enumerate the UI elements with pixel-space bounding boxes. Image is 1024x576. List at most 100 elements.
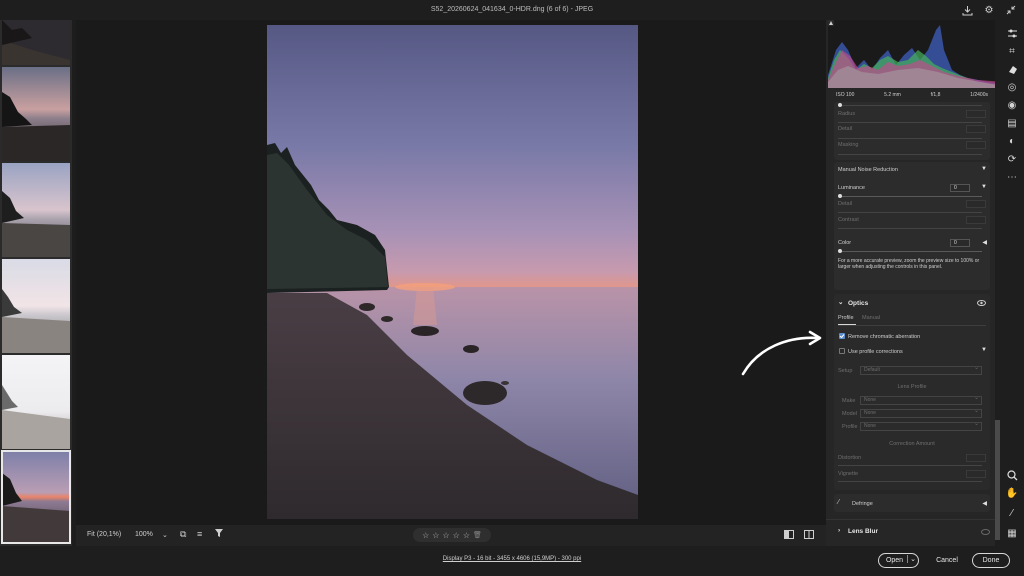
cancel-button[interactable]: Cancel	[930, 553, 964, 568]
masking-slider[interactable]	[838, 154, 982, 155]
eye-icon[interactable]	[977, 300, 986, 308]
snapshots-icon[interactable]: ◐	[1004, 134, 1020, 148]
crop-icon[interactable]: ⌗	[1004, 44, 1020, 58]
star-icon[interactable]: ☆	[442, 531, 449, 540]
hand-icon[interactable]: ✋	[1004, 486, 1020, 500]
zoom-100[interactable]: 100%	[135, 531, 153, 538]
vignette-slider[interactable]	[838, 481, 982, 482]
filter-icon[interactable]	[214, 528, 224, 540]
color-value[interactable]: 0	[950, 239, 970, 247]
tab-manual[interactable]: Manual	[862, 315, 880, 321]
noise-contrast-value[interactable]	[966, 216, 986, 224]
color-slider[interactable]	[838, 249, 982, 253]
use-profile-checkbox[interactable]	[839, 348, 845, 354]
lens-profile-label: Lens Profile	[897, 384, 927, 390]
noise-contrast-label: Contrast	[838, 217, 859, 223]
exif-info: ISO 100 5.2 mm f/1,8 1/2400s	[826, 88, 998, 102]
radius-slider[interactable]	[838, 122, 982, 123]
radius-value[interactable]	[966, 110, 986, 118]
redeye-icon[interactable]: ◎	[1004, 80, 1020, 94]
eyedropper-icon[interactable]: ⁄	[838, 499, 839, 506]
presets-icon[interactable]: ▤	[1004, 116, 1020, 130]
window-title: S52_20260624_041634_0-HDR.dng (6 of 6) -…	[430, 6, 594, 13]
histogram	[828, 20, 998, 88]
footer-bar: Display P3 - 16 bit - 3455 x 4606 (15,9M…	[0, 546, 1024, 576]
more-options-icon[interactable]: ⋯	[1004, 170, 1020, 184]
open-button[interactable]: Open ⌄	[878, 553, 919, 568]
noise-detail-slider[interactable]	[838, 212, 982, 213]
optics-section: ⌄ Optics Profile Manual Remove chromatic…	[834, 294, 990, 490]
noise-reduction-title[interactable]: Manual Noise Reduction	[838, 167, 898, 173]
model-select[interactable]: None	[860, 408, 982, 418]
color-sampler-icon[interactable]: ⁄	[1004, 506, 1020, 520]
make-select[interactable]: None	[860, 395, 982, 405]
shutter-value: 1/2400s	[970, 92, 988, 98]
zoom-fit[interactable]: Fit (20,1%)	[87, 531, 121, 538]
zoom-dropdown-icon[interactable]: ⌄	[162, 531, 168, 539]
distortion-value[interactable]	[966, 454, 986, 462]
filmstrip-thumb[interactable]	[2, 163, 70, 257]
eraser-icon[interactable]	[1004, 62, 1020, 76]
zoom-icon[interactable]	[1004, 468, 1020, 482]
before-after-icon[interactable]	[784, 530, 794, 541]
edit-sliders-icon[interactable]	[1004, 26, 1020, 40]
noise-detail-value[interactable]	[966, 200, 986, 208]
masking-icon[interactable]: ◉	[1004, 98, 1020, 112]
collapse-icon[interactable]	[1004, 3, 1018, 17]
setup-label: Setup	[838, 368, 853, 374]
triangle-left-icon[interactable]: ◀	[982, 239, 987, 246]
optics-title[interactable]: Optics	[848, 300, 868, 307]
grid-overlay-icon[interactable]: ▦	[1004, 526, 1020, 540]
filmstrip-thumb[interactable]	[2, 355, 70, 449]
triangle-left-icon[interactable]: ◀	[982, 500, 987, 507]
chevron-down-icon[interactable]: ⌄	[838, 298, 843, 306]
chevron-right-icon[interactable]: ›	[838, 527, 840, 534]
triangle-down-icon[interactable]: ▼	[981, 347, 987, 353]
star-rating[interactable]: ☆ ☆ ☆ ☆ ☆ 🗑	[413, 528, 491, 542]
distortion-label: Distortion	[838, 455, 862, 461]
use-profile-label[interactable]: Use profile corrections	[848, 349, 903, 355]
triangle-down-icon[interactable]: ▼	[981, 184, 987, 190]
image-canvas[interactable]	[76, 20, 826, 525]
profile-select[interactable]: None	[860, 421, 982, 431]
detail-slider[interactable]	[838, 138, 982, 139]
defringe-label[interactable]: Defringe	[852, 501, 873, 507]
filmstrip-thumb-selected[interactable]	[1, 450, 71, 544]
sharpening-amount-slider[interactable]	[838, 103, 982, 107]
done-button[interactable]: Done	[972, 553, 1010, 568]
vignette-value[interactable]	[966, 470, 986, 478]
chevron-down-icon[interactable]: ⌄	[907, 555, 916, 563]
luminance-slider[interactable]	[838, 194, 982, 198]
luminance-value[interactable]: 0	[950, 184, 970, 192]
split-view-icon[interactable]	[804, 530, 814, 541]
setup-select[interactable]: Default	[860, 365, 982, 375]
remove-ca-checkbox[interactable]	[839, 333, 845, 339]
star-icon[interactable]: ☆	[422, 531, 429, 540]
detail-value[interactable]	[966, 125, 986, 133]
compare-icon[interactable]: ⧉	[180, 529, 186, 540]
sort-icon[interactable]: ≡	[197, 529, 202, 539]
noise-contrast-slider[interactable]	[838, 228, 982, 229]
star-icon[interactable]: ☆	[432, 531, 439, 540]
open-button-label: Open	[885, 557, 904, 564]
remove-ca-label[interactable]: Remove chromatic aberration	[848, 334, 920, 340]
tool-strip: ⌗ ◎ ◉ ▤ ◐ ⟳ ⋯ ✋ ⁄ ▦	[1000, 20, 1024, 546]
gear-icon[interactable]: ⚙	[982, 3, 996, 17]
filmstrip-thumb[interactable]	[2, 259, 70, 353]
filmstrip-thumb[interactable]	[2, 20, 70, 65]
lens-blur-title[interactable]: Lens Blur	[848, 528, 878, 535]
lens-blur-header[interactable]: › Lens Blur	[826, 519, 998, 541]
star-icon[interactable]: ☆	[453, 531, 460, 540]
masking-value[interactable]	[966, 141, 986, 149]
workflow-options-link[interactable]: Display P3 - 16 bit - 3455 x 4606 (15,9M…	[0, 556, 1024, 562]
history-icon[interactable]: ⟳	[1004, 152, 1020, 166]
star-icon[interactable]: ☆	[463, 531, 470, 540]
tab-profile[interactable]: Profile	[838, 315, 854, 321]
filmstrip-thumb[interactable]	[2, 67, 70, 161]
distortion-slider[interactable]	[838, 465, 982, 466]
eye-icon[interactable]	[981, 529, 990, 537]
trash-icon[interactable]: 🗑	[473, 531, 482, 539]
export-icon[interactable]	[960, 3, 974, 17]
profile-label: Profile	[842, 424, 858, 430]
triangle-down-icon[interactable]: ▼	[981, 166, 987, 172]
